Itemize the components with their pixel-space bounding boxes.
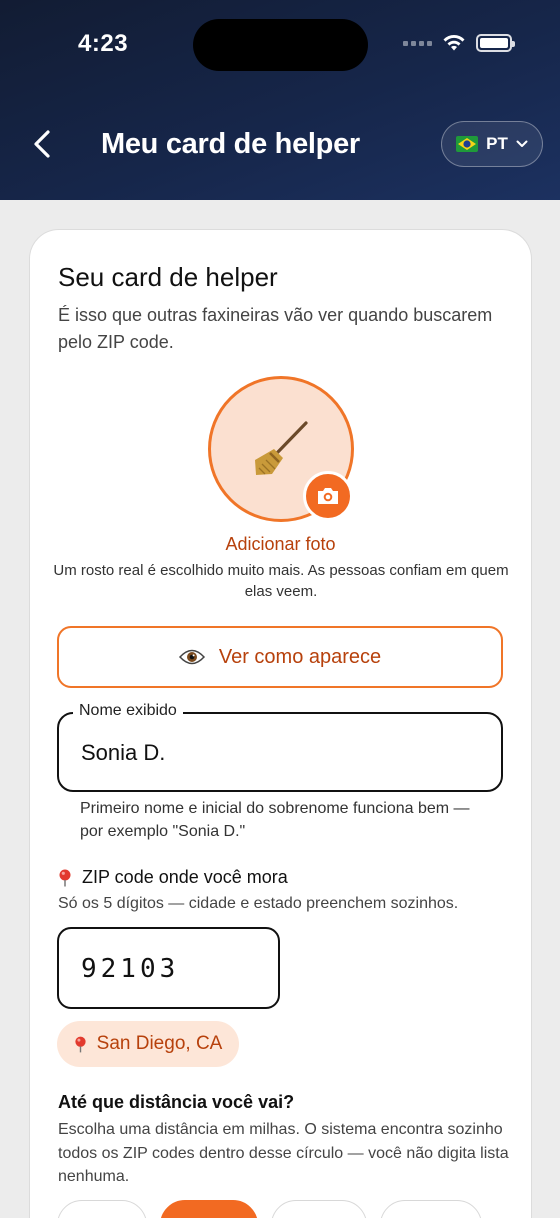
display-name-label: Nome exibido: [73, 702, 183, 720]
card-subtitle: É isso que outras faxineiras vão ver qua…: [58, 305, 493, 352]
city-badge: San Diego, CA: [57, 1021, 239, 1067]
language-code: PT: [486, 134, 508, 153]
dynamic-island: [193, 19, 368, 71]
display-name-hint: Primeiro nome e inicial do sobrenome fun…: [80, 800, 470, 840]
add-photo-link[interactable]: Adicionar foto: [30, 534, 531, 555]
camera-button[interactable]: [303, 471, 353, 521]
distance-title: Até que distância você vai?: [58, 1092, 295, 1112]
card-title: Seu card de helper: [58, 262, 278, 292]
language-selector[interactable]: PT: [441, 121, 543, 167]
battery-icon: [476, 34, 515, 52]
zip-section-label: ZIP code onde você mora: [58, 867, 288, 888]
chevron-left-icon: [34, 130, 50, 158]
zip-code-value: 92103: [81, 954, 180, 984]
distance-option-selected[interactable]: [160, 1200, 258, 1218]
brazil-flag-icon: [456, 136, 479, 152]
display-name-value: Sonia D.: [81, 740, 166, 765]
broom-icon: [255, 421, 308, 475]
map-pin-icon: [59, 869, 71, 886]
cellular-signal-icon: [403, 40, 432, 46]
preview-button[interactable]: Ver como aparece: [57, 626, 503, 688]
distance-option[interactable]: [271, 1200, 367, 1218]
distance-hint: Escolha uma distância em milhas. O siste…: [58, 1121, 509, 1185]
status-time: 4:23: [78, 30, 129, 57]
display-name-field[interactable]: Nome exibido Sonia D.: [57, 702, 503, 792]
zip-hint: Só os 5 dígitos — cidade e estado preenc…: [58, 895, 459, 912]
distance-option[interactable]: [57, 1200, 147, 1218]
photo-hint: Um rosto real é escolhido muito mais. As…: [53, 562, 509, 600]
back-button[interactable]: [24, 124, 60, 164]
app-header: 4:23 Meu card de helper PT: [0, 0, 560, 200]
preview-button-label: Ver como aparece: [218, 645, 382, 668]
city-name: San Diego, CA: [96, 1033, 223, 1054]
helper-card-panel: Seu card de helper É isso que outras fax…: [29, 229, 532, 1218]
camera-icon: [318, 488, 338, 504]
page-title: Meu card de helper: [101, 128, 360, 160]
eye-icon: [178, 649, 205, 665]
distance-option[interactable]: [380, 1200, 482, 1218]
chevron-down-icon: [516, 140, 528, 147]
status-icons: [403, 34, 515, 52]
zip-label-text: ZIP code onde você mora: [82, 867, 288, 887]
map-pin-icon: [75, 1036, 86, 1052]
wifi-icon: [443, 35, 465, 51]
zip-code-input[interactable]: 92103: [57, 927, 280, 1009]
